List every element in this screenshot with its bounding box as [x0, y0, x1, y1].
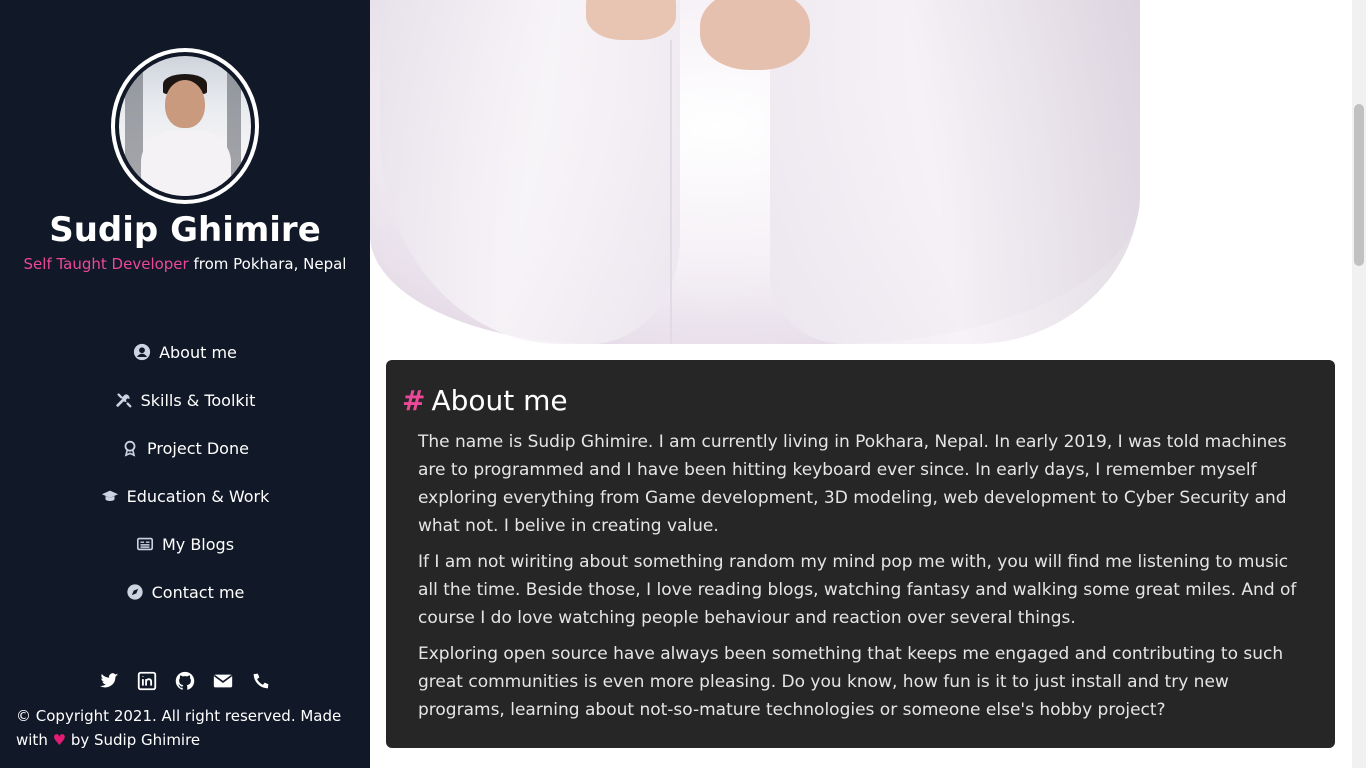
graduation-cap-icon	[101, 487, 119, 505]
linkedin-icon[interactable]	[136, 670, 158, 692]
avatar	[111, 48, 259, 204]
about-heading: # About me	[402, 384, 568, 417]
about-heading-text: About me	[431, 384, 568, 417]
scrollbar-thumb[interactable]	[1354, 104, 1364, 266]
nav-item-contact[interactable]: Contact me	[0, 568, 370, 616]
newspaper-icon	[136, 535, 154, 553]
about-paragraph: If I am not wiriting about something ran…	[418, 552, 1297, 628]
sidebar: Sudip Ghimire Self Taught Developer from…	[0, 0, 370, 768]
about-paragraph: Exploring open source have always been s…	[418, 644, 1284, 720]
avatar-photo	[119, 56, 251, 196]
about-paragraph: The name is Sudip Ghimire. I am currentl…	[418, 432, 1287, 536]
award-icon	[121, 439, 139, 457]
nav-item-about[interactable]: About me	[0, 328, 370, 376]
nav-label-education: Education & Work	[126, 486, 270, 506]
about-section: # About me The name is Sudip Ghimire. I a…	[386, 360, 1335, 748]
nav-label-about: About me	[159, 342, 237, 362]
phone-icon[interactable]	[250, 670, 272, 692]
nav-item-education[interactable]: Education & Work	[0, 472, 370, 520]
nav-label-blogs: My Blogs	[161, 534, 235, 554]
twitter-icon[interactable]	[98, 670, 120, 692]
social-links	[0, 670, 370, 692]
nav-label-projects: Project Done	[147, 438, 249, 458]
nav-item-skills[interactable]: Skills & Toolkit	[0, 376, 370, 424]
profile-tagline: Self Taught Developer from Pokhara, Nepa…	[0, 255, 370, 273]
hero-image	[370, 0, 1352, 344]
copyright-suffix: by Sudip Ghimire	[70, 731, 201, 749]
nav-item-projects[interactable]: Project Done	[0, 424, 370, 472]
tagline-accent: Self Taught Developer	[23, 255, 189, 273]
compass-icon	[126, 583, 144, 601]
nav-label-contact: Contact me	[151, 582, 245, 602]
github-icon[interactable]	[174, 670, 196, 692]
scrollbar[interactable]	[1352, 0, 1366, 768]
copyright-text: © Copyright 2021. All right reserved. Ma…	[16, 704, 356, 752]
nav-label-skills: Skills & Toolkit	[140, 390, 256, 410]
nav-item-blogs[interactable]: My Blogs	[0, 520, 370, 568]
tools-icon	[115, 391, 133, 409]
hash-icon: #	[402, 384, 426, 417]
envelope-icon[interactable]	[212, 670, 234, 692]
tagline-rest: from Pokhara, Nepal	[188, 255, 347, 273]
user-circle-icon	[133, 343, 151, 361]
sidebar-nav: About me Skills & Toolkit Project Done E…	[0, 328, 370, 616]
heart-icon: ♥	[52, 731, 67, 749]
main-content: # About me The name is Sudip Ghimire. I a…	[370, 0, 1352, 768]
profile-name: Sudip Ghimire	[49, 210, 321, 250]
